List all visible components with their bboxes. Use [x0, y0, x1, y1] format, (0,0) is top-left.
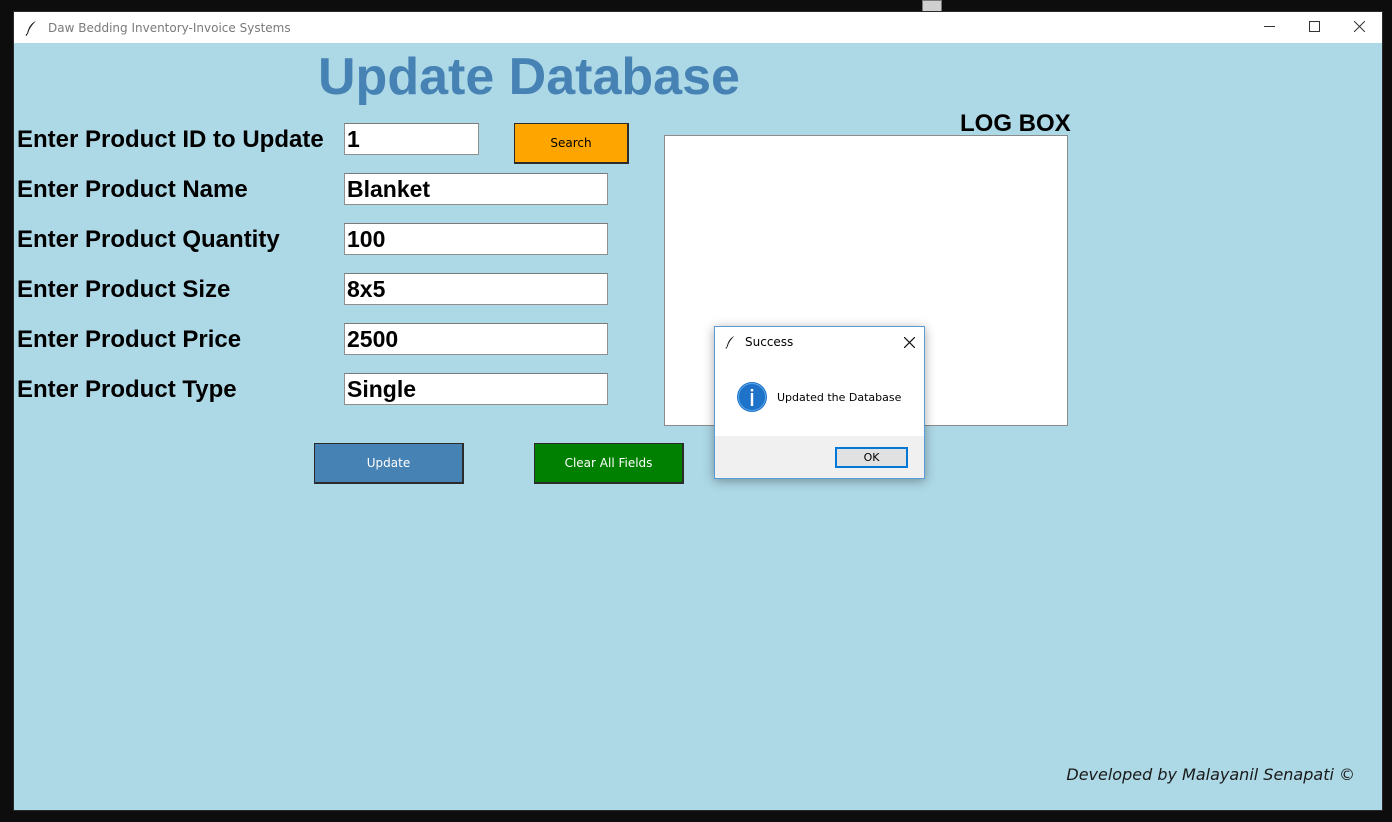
dialog-close-button[interactable] — [898, 331, 920, 353]
maximize-icon — [1309, 19, 1320, 37]
product-type-label: Enter Product Type — [17, 376, 237, 403]
minimize-icon — [1264, 19, 1275, 37]
product-name-label: Enter Product Name — [17, 176, 248, 203]
page-title: Update Database — [318, 48, 740, 106]
maximize-button[interactable] — [1292, 12, 1337, 43]
window-client-area: Update Database Enter Product ID to Upda… — [14, 43, 1382, 810]
update-button[interactable]: Update — [314, 443, 464, 484]
product-quantity-label: Enter Product Quantity — [17, 226, 280, 253]
product-size-input[interactable] — [344, 273, 608, 305]
product-name-input[interactable] — [344, 173, 608, 205]
close-button[interactable] — [1337, 12, 1382, 43]
screen-edge-handle — [922, 0, 942, 12]
window-titlebar: Daw Bedding Inventory-Invoice Systems — [14, 12, 1382, 43]
dialog-title: Success — [745, 335, 794, 349]
product-id-label: Enter Product ID to Update — [17, 126, 324, 153]
ok-button[interactable]: OK — [835, 447, 908, 468]
product-price-input[interactable] — [344, 323, 608, 355]
developer-credit: Developed by Malayanil Senapati © — [1066, 765, 1355, 784]
info-icon — [736, 381, 768, 413]
window-title: Daw Bedding Inventory-Invoice Systems — [48, 20, 291, 35]
product-id-input[interactable] — [344, 123, 479, 155]
success-dialog: Success Updated the Database OK — [714, 326, 925, 479]
dialog-titlebar: Success — [715, 327, 924, 357]
product-quantity-input[interactable] — [344, 223, 608, 255]
minimize-button[interactable] — [1247, 12, 1292, 43]
dialog-body: Updated the Database — [715, 357, 924, 436]
window-controls — [1247, 12, 1382, 43]
feather-icon — [24, 20, 40, 36]
product-size-label: Enter Product Size — [17, 276, 231, 303]
main-window: Daw Bedding Inventory-Invoice Systems Up… — [14, 12, 1382, 810]
product-price-label: Enter Product Price — [17, 326, 242, 353]
search-button[interactable]: Search — [514, 123, 629, 164]
product-type-input[interactable] — [344, 373, 608, 405]
close-icon — [1353, 19, 1366, 37]
dialog-message: Updated the Database — [777, 391, 902, 404]
feather-icon — [725, 335, 739, 349]
dialog-footer: OK — [715, 436, 924, 478]
clear-all-fields-button[interactable]: Clear All Fields — [534, 443, 684, 484]
close-icon — [903, 333, 915, 352]
